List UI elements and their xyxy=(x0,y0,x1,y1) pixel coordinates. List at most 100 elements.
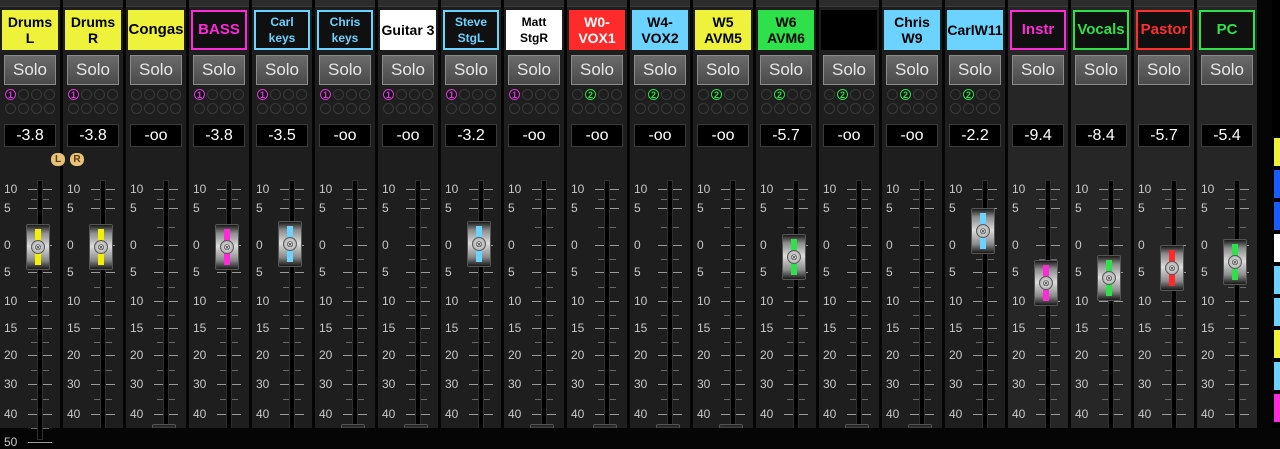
fader-cap[interactable]: ⊗ xyxy=(152,424,176,428)
solo-button[interactable]: Solo xyxy=(634,55,686,85)
channel-name[interactable]: Vocals xyxy=(1073,10,1129,50)
solo-button[interactable]: Solo xyxy=(130,55,182,85)
bus-assign-dot[interactable] xyxy=(989,89,1000,100)
bus-assign-dot[interactable] xyxy=(863,89,874,100)
bus-assign-dot[interactable] xyxy=(44,89,55,100)
solo-button[interactable]: Solo xyxy=(823,55,875,85)
fader-cap[interactable]: ⊗ xyxy=(530,424,554,428)
bus-assign-dot[interactable] xyxy=(107,89,118,100)
bus-assign-dot[interactable] xyxy=(409,103,420,114)
bus-assign-dot[interactable] xyxy=(522,103,533,114)
bus-assign-dot[interactable] xyxy=(472,103,483,114)
bus-assign-dot[interactable] xyxy=(535,89,546,100)
stereo-right-badge[interactable]: R xyxy=(70,153,84,166)
bus-assign-dot[interactable] xyxy=(5,103,16,114)
bus-assign-dot[interactable] xyxy=(422,103,433,114)
channel-name[interactable]: Pastor xyxy=(1136,10,1192,50)
channel-name[interactable]: Drums L xyxy=(2,10,58,50)
bus-assign-dot[interactable] xyxy=(422,89,433,100)
bus-assign-dot[interactable] xyxy=(170,103,181,114)
solo-button[interactable]: Solo xyxy=(1201,55,1253,85)
bus-assign-dot[interactable] xyxy=(674,89,685,100)
bus-assign-badge[interactable]: 2 xyxy=(648,89,659,100)
channel-name[interactable]: BASS xyxy=(191,10,247,50)
solo-button[interactable]: Solo xyxy=(67,55,119,85)
solo-button[interactable]: Solo xyxy=(760,55,812,85)
bus-assign-dot[interactable] xyxy=(850,103,861,114)
solo-button[interactable]: Solo xyxy=(319,55,371,85)
bus-assign-dot[interactable] xyxy=(737,89,748,100)
bus-assign-dot[interactable] xyxy=(107,103,118,114)
solo-button[interactable]: Solo xyxy=(508,55,560,85)
fader-cap[interactable]: ⊗ xyxy=(908,424,932,428)
solo-button[interactable]: Solo xyxy=(1012,55,1064,85)
bus-assign-dot[interactable] xyxy=(283,89,294,100)
bus-assign-dot[interactable] xyxy=(296,89,307,100)
bus-assign-dot[interactable] xyxy=(635,89,646,100)
bus-assign-dot[interactable] xyxy=(989,103,1000,114)
channel-name[interactable]: W0-VOX1 xyxy=(569,10,625,50)
solo-button[interactable]: Solo xyxy=(445,55,497,85)
bus-assign-dot[interactable] xyxy=(611,89,622,100)
channel-name[interactable] xyxy=(821,10,877,50)
bus-assign-dot[interactable] xyxy=(976,89,987,100)
channel-name[interactable]: W5 AVM5 xyxy=(695,10,751,50)
channel-name[interactable]: Chris keys xyxy=(317,10,373,50)
bus-assign-badge[interactable]: 1 xyxy=(509,89,520,100)
channel-name[interactable]: Carl keys xyxy=(254,10,310,50)
bus-assign-dot[interactable] xyxy=(850,89,861,100)
bus-assign-badge[interactable]: 1 xyxy=(68,89,79,100)
bus-assign-dot[interactable] xyxy=(824,89,835,100)
bus-assign-dot[interactable] xyxy=(94,103,105,114)
bus-assign-dot[interactable] xyxy=(233,89,244,100)
bus-assign-dot[interactable] xyxy=(220,89,231,100)
fader-cap[interactable]: ⊗ xyxy=(215,224,239,270)
color-swatch[interactable] xyxy=(1274,234,1280,262)
bus-assign-dot[interactable] xyxy=(661,89,672,100)
bus-assign-dot[interactable] xyxy=(359,103,370,114)
bus-assign-dot[interactable] xyxy=(800,89,811,100)
bus-assign-dot[interactable] xyxy=(396,103,407,114)
bus-assign-dot[interactable] xyxy=(963,103,974,114)
bus-assign-dot[interactable] xyxy=(913,89,924,100)
channel-name[interactable]: Drums R xyxy=(65,10,121,50)
bus-assign-dot[interactable] xyxy=(522,89,533,100)
bus-assign-badge[interactable]: 2 xyxy=(963,89,974,100)
bus-assign-dot[interactable] xyxy=(887,103,898,114)
stereo-left-badge[interactable]: L xyxy=(51,153,65,166)
bus-assign-dot[interactable] xyxy=(81,103,92,114)
channel-name[interactable]: Chris W9 xyxy=(884,10,940,50)
bus-assign-dot[interactable] xyxy=(446,103,457,114)
fader-cap[interactable]: ⊗ xyxy=(971,208,995,254)
bus-assign-dot[interactable] xyxy=(31,103,42,114)
fader-cap[interactable]: ⊗ xyxy=(782,234,806,280)
bus-assign-dot[interactable] xyxy=(270,103,281,114)
channel-name[interactable]: Matt StgR xyxy=(506,10,562,50)
bus-assign-dot[interactable] xyxy=(598,89,609,100)
solo-button[interactable]: Solo xyxy=(571,55,623,85)
bus-assign-dot[interactable] xyxy=(926,103,937,114)
bus-assign-badge[interactable]: 1 xyxy=(446,89,457,100)
bus-assign-dot[interactable] xyxy=(800,103,811,114)
color-swatch[interactable] xyxy=(1274,330,1280,358)
solo-button[interactable]: Solo xyxy=(193,55,245,85)
bus-assign-dot[interactable] xyxy=(144,103,155,114)
fader-cap[interactable]: ⊗ xyxy=(467,221,491,267)
bus-assign-dot[interactable] xyxy=(472,89,483,100)
solo-button[interactable]: Solo xyxy=(1075,55,1127,85)
channel-name[interactable]: Steve StgL xyxy=(443,10,499,50)
bus-assign-dot[interactable] xyxy=(509,103,520,114)
bus-assign-dot[interactable] xyxy=(485,103,496,114)
channel-name[interactable]: Instr xyxy=(1010,10,1066,50)
bus-assign-dot[interactable] xyxy=(572,89,583,100)
bus-assign-dot[interactable] xyxy=(270,89,281,100)
bus-assign-dot[interactable] xyxy=(648,103,659,114)
fader-cap[interactable]: ⊗ xyxy=(341,424,365,428)
fader-cap[interactable]: ⊗ xyxy=(1160,245,1184,291)
bus-assign-dot[interactable] xyxy=(296,103,307,114)
fader-cap[interactable]: ⊗ xyxy=(845,424,869,428)
bus-assign-dot[interactable] xyxy=(346,89,357,100)
bus-assign-dot[interactable] xyxy=(698,103,709,114)
bus-assign-dot[interactable] xyxy=(359,89,370,100)
bus-assign-dot[interactable] xyxy=(611,103,622,114)
